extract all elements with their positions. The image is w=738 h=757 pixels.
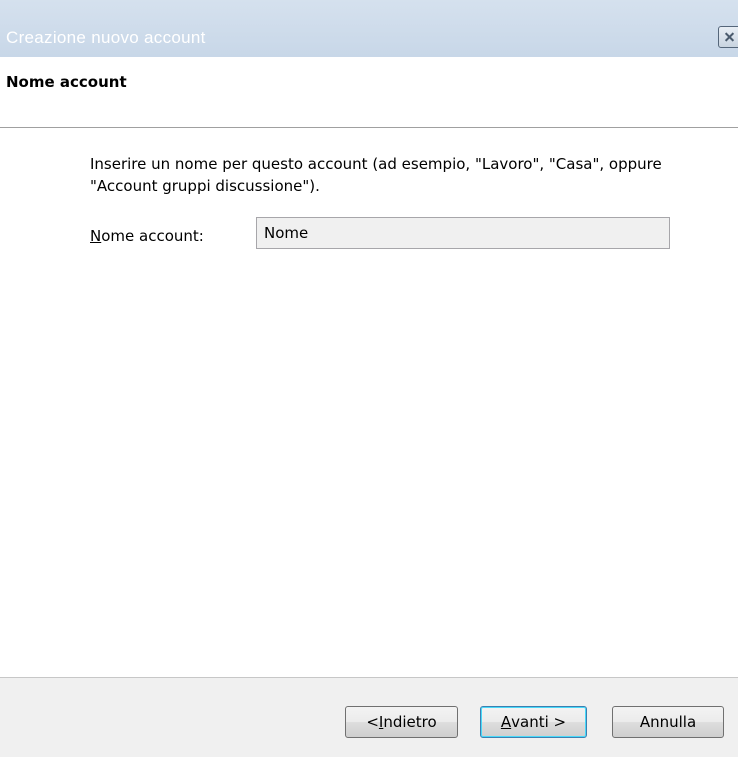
next-button[interactable]: Avanti > [480,706,587,738]
cancel-button[interactable]: Annulla [612,706,724,738]
back-button-rest: ndietro [383,713,437,731]
account-name-label: Nome account: [90,227,204,245]
close-icon[interactable] [718,26,738,48]
account-name-input[interactable] [256,217,670,249]
title-bar[interactable]: Creazione nuovo account [0,0,738,57]
next-button-mnemonic: A [500,713,512,731]
instructions-text: Inserire un nome per questo account (ad … [90,155,662,195]
wizard-header [0,57,738,128]
account-name-label-rest: ome account: [101,227,204,245]
account-name-label-mnemonic: N [90,227,102,245]
wizard-content [0,128,738,676]
window-title: Creazione nuovo account [6,28,206,47]
next-button-rest: vanti > [511,713,567,731]
page-title: Nome account [6,73,127,91]
back-button-prefix: < [366,713,379,731]
back-button[interactable]: < Indietro [345,706,458,738]
